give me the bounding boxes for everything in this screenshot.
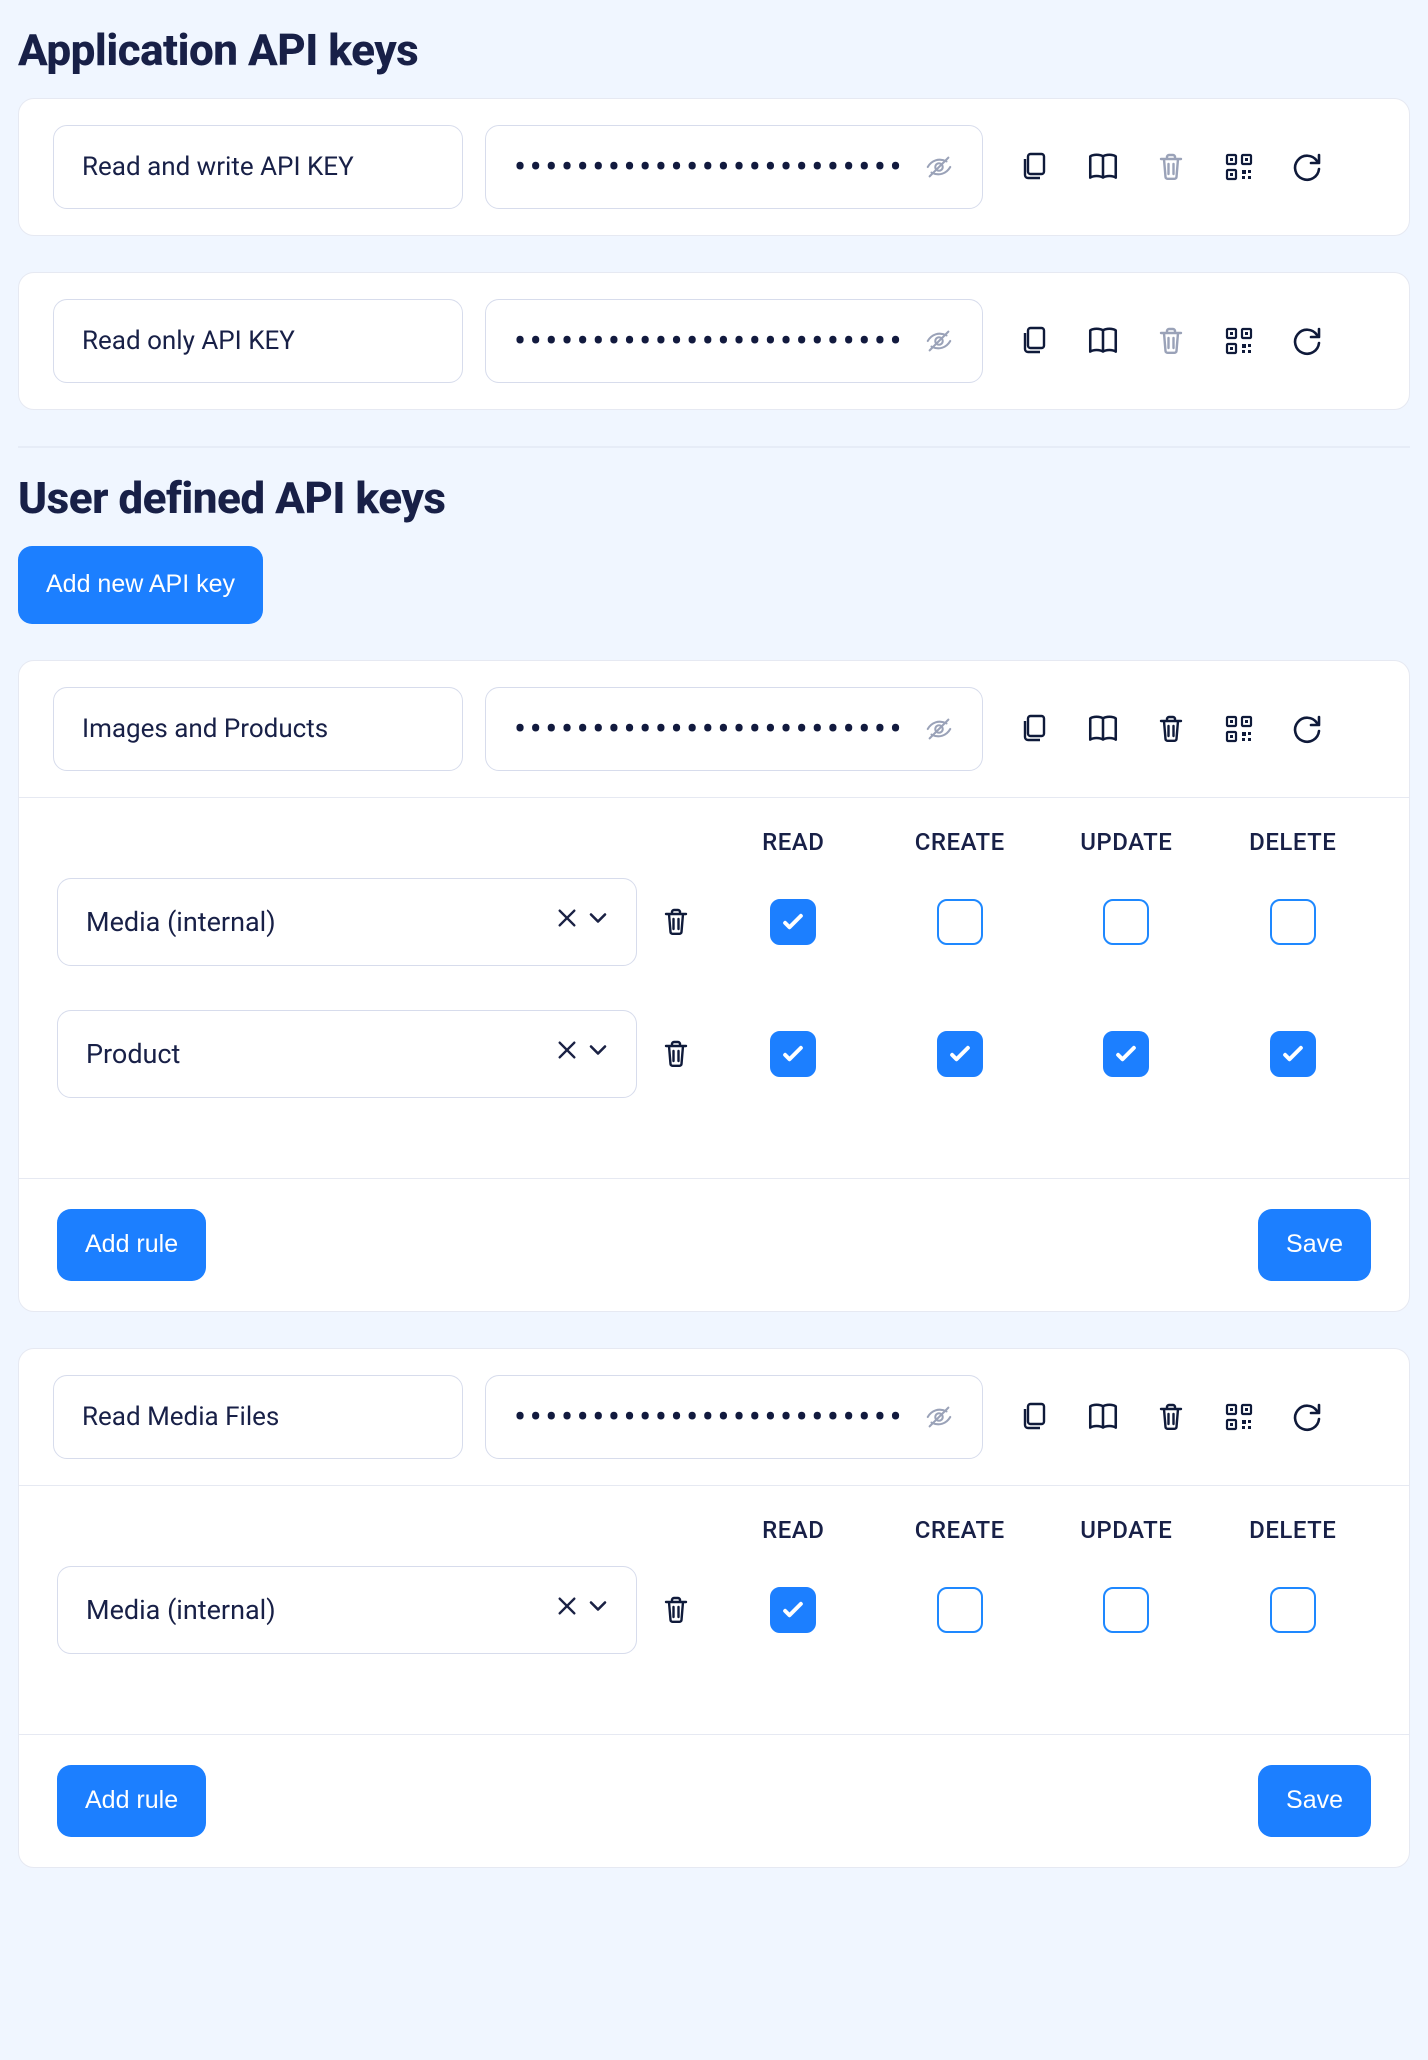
checkbox-delete[interactable] [1270,899,1316,945]
rule-row: Media (internal) [57,878,1371,966]
api-key-name-text: Images and Products [82,714,328,744]
docs-icon[interactable] [1083,147,1123,187]
regenerate-icon[interactable] [1287,321,1327,361]
col-create: CREATE [882,828,1039,856]
user-api-key-card: Read Media Files •••••••••••••••••••••••… [18,1348,1410,1868]
delete-rule-icon[interactable] [656,1034,696,1074]
api-key-actions [1015,1397,1327,1437]
rule-target-label: Media (internal) [86,1594,276,1626]
checkbox-create[interactable] [937,1031,983,1077]
qr-icon[interactable] [1219,321,1259,361]
checkbox-read[interactable] [770,1031,816,1077]
chevron-down-icon[interactable] [584,904,612,939]
col-update: UPDATE [1048,1516,1205,1544]
api-key-name-text: Read Media Files [82,1402,279,1432]
col-delete: DELETE [1215,1516,1372,1544]
api-key-name-input[interactable]: Read and write API KEY [53,125,463,209]
api-key-name-input[interactable]: Read only API KEY [53,299,463,383]
add-rule-button[interactable]: Add rule [57,1765,206,1837]
chevron-down-icon[interactable] [584,1592,612,1627]
col-read: READ [715,1516,872,1544]
delete-icon [1151,321,1191,361]
qr-icon[interactable] [1219,1397,1259,1437]
col-update: UPDATE [1048,828,1205,856]
qr-icon[interactable] [1219,709,1259,749]
api-key-name-text: Read only API KEY [82,326,295,356]
api-key-name-text: Read and write API KEY [82,152,354,182]
api-key-value-input[interactable]: ••••••••••••••••••••••••• [485,1375,983,1459]
rule-target-label: Product [86,1038,180,1070]
delete-rule-icon[interactable] [656,1590,696,1630]
checkbox-read[interactable] [770,1587,816,1633]
delete-icon[interactable] [1151,1397,1191,1437]
rule-row: Media (internal) [57,1566,1371,1654]
docs-icon[interactable] [1083,321,1123,361]
eye-off-icon[interactable] [924,714,954,744]
col-read: READ [715,828,872,856]
rules-table: READ CREATE UPDATE DELETE Media (interna… [19,797,1409,1311]
api-key-name-input[interactable]: Images and Products [53,687,463,771]
rule-target-select[interactable]: Media (internal) [57,1566,637,1654]
save-button[interactable]: Save [1258,1209,1371,1281]
copy-icon[interactable] [1015,709,1055,749]
checkbox-create[interactable] [937,899,983,945]
checkbox-create[interactable] [937,1587,983,1633]
docs-icon[interactable] [1083,1397,1123,1437]
api-key-actions [1015,321,1327,361]
copy-icon[interactable] [1015,1397,1055,1437]
delete-icon[interactable] [1151,709,1191,749]
checkbox-update[interactable] [1103,899,1149,945]
rule-target-select[interactable]: Product [57,1010,637,1098]
api-key-actions [1015,147,1327,187]
add-rule-button[interactable]: Add rule [57,1209,206,1281]
api-key-value-input[interactable]: ••••••••••••••••••••••••• [485,687,983,771]
rule-target-label: Media (internal) [86,906,276,938]
rule-target-select[interactable]: Media (internal) [57,878,637,966]
api-key-value-input[interactable]: ••••••••••••••••••••••••• [485,299,983,383]
api-key-masked-value: ••••••••••••••••••••••••• [514,149,905,185]
section-divider [18,446,1410,448]
checkbox-read[interactable] [770,899,816,945]
clear-icon[interactable] [554,1593,580,1626]
regenerate-icon[interactable] [1287,1397,1327,1437]
col-create: CREATE [882,1516,1039,1544]
copy-icon[interactable] [1015,147,1055,187]
clear-icon[interactable] [554,905,580,938]
rule-row: Product [57,1010,1371,1098]
api-key-name-input[interactable]: Read Media Files [53,1375,463,1459]
regenerate-icon[interactable] [1287,147,1327,187]
app-keys-heading: Application API keys [18,24,1410,76]
delete-rule-icon[interactable] [656,902,696,942]
api-key-masked-value: ••••••••••••••••••••••••• [514,323,905,359]
add-api-key-button[interactable]: Add new API key [18,546,263,624]
regenerate-icon[interactable] [1287,709,1327,749]
checkbox-update[interactable] [1103,1587,1149,1633]
checkbox-delete[interactable] [1270,1587,1316,1633]
api-key-actions [1015,709,1327,749]
checkbox-delete[interactable] [1270,1031,1316,1077]
api-key-value-input[interactable]: ••••••••••••••••••••••••• [485,125,983,209]
chevron-down-icon[interactable] [584,1036,612,1071]
user-keys-heading: User defined API keys [18,472,1410,524]
delete-icon [1151,147,1191,187]
copy-icon[interactable] [1015,321,1055,361]
eye-off-icon[interactable] [924,1402,954,1432]
user-api-key-card: Images and Products ••••••••••••••••••••… [18,660,1410,1312]
docs-icon[interactable] [1083,709,1123,749]
checkbox-update[interactable] [1103,1031,1149,1077]
save-button[interactable]: Save [1258,1765,1371,1837]
api-key-card: Read only API KEY ••••••••••••••••••••••… [18,272,1410,410]
api-key-masked-value: ••••••••••••••••••••••••• [514,711,905,747]
eye-off-icon[interactable] [924,152,954,182]
api-key-masked-value: ••••••••••••••••••••••••• [514,1399,905,1435]
col-delete: DELETE [1215,828,1372,856]
qr-icon[interactable] [1219,147,1259,187]
clear-icon[interactable] [554,1037,580,1070]
api-key-card: Read and write API KEY •••••••••••••••••… [18,98,1410,236]
eye-off-icon[interactable] [924,326,954,356]
rules-table: READ CREATE UPDATE DELETE Media (interna… [19,1485,1409,1867]
